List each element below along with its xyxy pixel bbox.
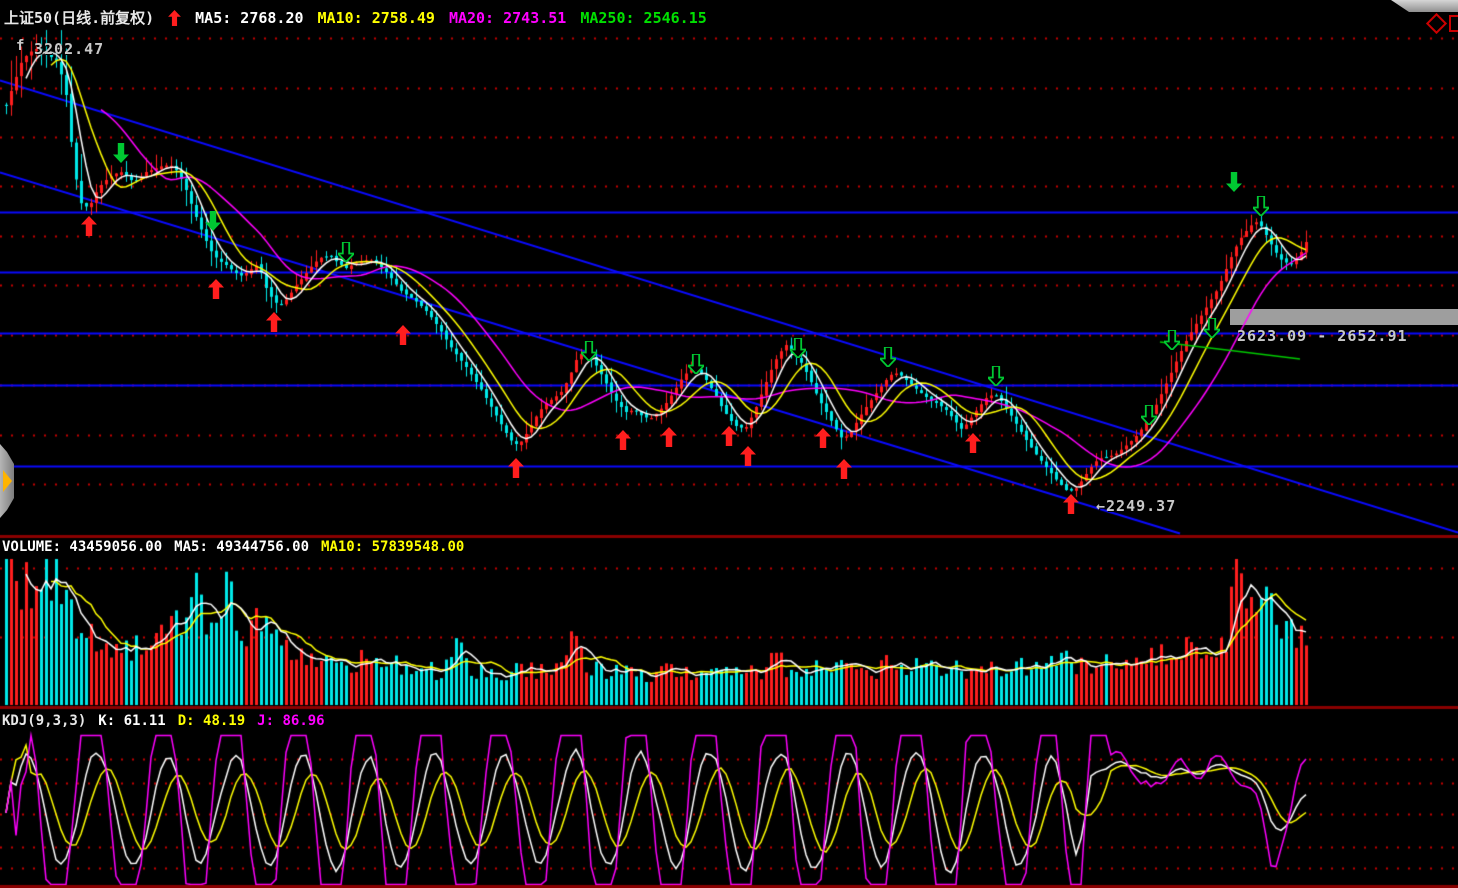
sell-signal-icon <box>880 347 896 367</box>
buy-signal-icon <box>740 446 756 466</box>
volume-ma5-value: MA5: 49344756.00 <box>174 539 309 555</box>
kdj-j-value: J: 86.96 <box>257 713 324 729</box>
price-range-label: 2623.09 - 2652.91 <box>1237 327 1408 345</box>
buy-signal-icon <box>395 325 411 345</box>
square-icon[interactable] <box>1449 15 1458 32</box>
sell-signal-icon <box>205 211 221 231</box>
volume-value: VOLUME: 43459056.00 <box>2 539 162 555</box>
sell-signal-icon <box>1204 318 1220 338</box>
buy-signal-icon <box>615 430 631 450</box>
sell-signal-icon <box>1164 330 1180 350</box>
sell-signal-icon <box>338 242 354 262</box>
kdj-pane-header: KDJ(9,3,3) K: 61.11 D: 48.19 J: 86.96 <box>2 713 325 729</box>
ma10-value: MA10: 2758.49 <box>318 9 435 27</box>
sell-signal-icon <box>113 143 129 163</box>
low-price-label: ←2249.37 <box>1096 497 1176 515</box>
kdj-d-value: D: 48.19 <box>178 713 245 729</box>
up-arrow-icon <box>168 10 181 26</box>
buy-signal-icon <box>965 433 981 453</box>
buy-signal-icon <box>508 458 524 478</box>
diamond-icon[interactable] <box>1426 13 1447 34</box>
high-price-label: 3202.47 <box>34 40 104 58</box>
buy-signal-icon <box>208 279 224 299</box>
ma5-value: MA5: 2768.20 <box>195 9 303 27</box>
volume-pane-header: VOLUME: 43459056.00 MA5: 49344756.00 MA1… <box>2 539 464 555</box>
sell-signal-icon <box>988 366 1004 386</box>
kdj-k-value: K: 61.11 <box>98 713 165 729</box>
sell-signal-icon <box>1226 172 1242 192</box>
sell-signal-icon <box>790 338 806 358</box>
ma20-value: MA20: 2743.51 <box>449 9 566 27</box>
buy-signal-icon <box>836 459 852 479</box>
buy-signal-icon <box>661 427 677 447</box>
buy-signal-icon <box>815 428 831 448</box>
expand-arrow-icon <box>3 470 12 492</box>
buy-signal-icon <box>81 216 97 236</box>
buy-signal-icon <box>266 312 282 332</box>
price-pane-header: 上证50(日线.前复权) MA5: 2768.20 MA10: 2758.49 … <box>4 7 707 28</box>
sell-signal-icon <box>1253 196 1269 216</box>
symbol-title: 上证50(日线.前复权) <box>4 7 154 28</box>
buy-signal-icon <box>1063 494 1079 514</box>
sell-signal-icon <box>1141 405 1157 425</box>
buy-signal-icon <box>721 426 737 446</box>
kdj-title: KDJ(9,3,3) <box>2 713 86 729</box>
top-right-toolbar <box>1385 0 1458 32</box>
event-flag-marker: f <box>16 38 24 54</box>
kdj-pane[interactable] <box>0 711 1458 886</box>
volume-ma10-value: MA10: 57839548.00 <box>321 539 464 555</box>
toolbar-corner <box>1385 0 1458 12</box>
volume-pane[interactable] <box>0 537 1458 708</box>
sell-signal-icon <box>688 354 704 374</box>
ma250-value: MA250: 2546.15 <box>580 9 706 27</box>
sell-signal-icon <box>581 341 597 361</box>
chart-window: 上证50(日线.前复权) MA5: 2768.20 MA10: 2758.49 … <box>0 0 1458 888</box>
